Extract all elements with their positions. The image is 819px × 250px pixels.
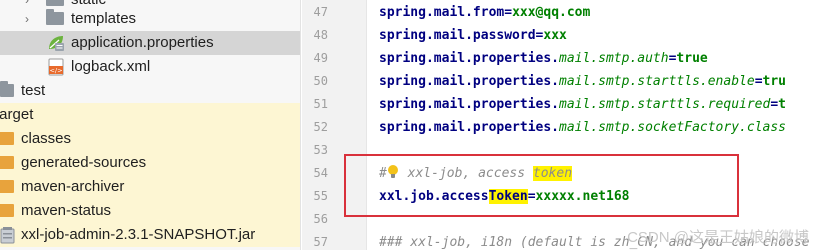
- property-subkey: mail.smtp.auth: [559, 51, 669, 66]
- tree-item-templates[interactable]: › templates: [0, 7, 300, 31]
- line-number: 49: [313, 51, 328, 65]
- property-value: t: [778, 97, 786, 112]
- tree-item-label: target: [0, 106, 34, 123]
- property-subkey: mail.smtp.socketFactory.class: [559, 120, 786, 135]
- property-value: true: [676, 51, 708, 66]
- tree-item-maven-archiver[interactable]: maven-archiver: [0, 175, 300, 199]
- equals-sign: =: [754, 74, 763, 89]
- property-key: spring.mail.from: [379, 5, 505, 20]
- code-line-52[interactable]: spring.mail.properties.mail.smtp.socketF…: [379, 116, 786, 139]
- folder-icon: [0, 81, 14, 97]
- folder-icon: [46, 9, 64, 25]
- code-line-50[interactable]: spring.mail.properties.mail.smtp.starttl…: [379, 70, 786, 93]
- tree-item-maven-status[interactable]: maven-status: [0, 199, 300, 223]
- line-number: 48: [313, 28, 328, 42]
- property-value: tru: [762, 74, 786, 89]
- property-subkey: mail.smtp.starttls.required: [559, 97, 771, 112]
- tree-item-application-properties[interactable]: application.properties: [0, 31, 300, 55]
- jar-file-icon: [0, 226, 16, 244]
- tree-item-label: classes: [21, 130, 72, 147]
- tree-item-target[interactable]: target: [0, 103, 300, 127]
- line-number: 57: [313, 235, 328, 249]
- tree-item-label: application.properties: [71, 34, 214, 51]
- tree-item-label: maven-archiver: [21, 178, 125, 195]
- tree-item-classes[interactable]: classes: [0, 127, 300, 151]
- tree-item-test[interactable]: test: [0, 79, 300, 103]
- line-number: 51: [313, 97, 328, 111]
- code-line-49[interactable]: spring.mail.properties.mail.smtp.auth=tr…: [379, 47, 708, 70]
- line-number: 53: [313, 143, 328, 157]
- tree-item-label: logback.xml: [71, 58, 151, 75]
- tree-item-jar[interactable]: xxl-job-admin-2.3.1-SNAPSHOT.jar: [0, 223, 300, 247]
- equals-sign: =: [504, 5, 513, 20]
- tree-item-label: generated-sources: [21, 154, 147, 171]
- tree-item-generated-sources[interactable]: generated-sources: [0, 151, 300, 175]
- tree-item-label: xxl-job-admin-2.3.1-SNAPSHOT.jar: [21, 226, 256, 243]
- annotation-box: [344, 154, 739, 217]
- tree-item-logback-xml[interactable]: </> logback.xml: [0, 55, 300, 79]
- svg-text:</>: </>: [49, 67, 62, 75]
- code-line-47[interactable]: spring.mail.from=xxx@qq.com: [379, 1, 590, 24]
- project-tree: › static › templates application.propert…: [0, 0, 301, 250]
- line-number: 47: [313, 5, 328, 19]
- code-line-48[interactable]: spring.mail.password=xxx: [379, 24, 567, 47]
- folder-icon: [0, 156, 14, 169]
- property-value: xxx@qq.com: [512, 5, 591, 20]
- line-number: 54: [313, 166, 328, 180]
- folder-icon: [46, 0, 64, 6]
- code-line-51[interactable]: spring.mail.properties.mail.smtp.starttl…: [379, 93, 786, 116]
- spring-leaf-icon: [46, 34, 66, 52]
- tree-item-label: maven-status: [21, 202, 112, 219]
- equals-sign: =: [770, 97, 779, 112]
- folder-icon: [0, 204, 14, 217]
- property-key: spring.mail.properties.: [379, 74, 560, 89]
- property-key: spring.mail.properties.: [379, 51, 560, 66]
- line-number: 50: [313, 74, 328, 88]
- watermark: CSDN @这是王姑娘的微博: [627, 229, 809, 246]
- folder-icon: [0, 132, 14, 145]
- property-key: spring.mail.properties.: [379, 97, 560, 112]
- chevron-right-icon[interactable]: ›: [20, 11, 34, 27]
- line-number: 56: [313, 212, 328, 226]
- property-value: xxx: [543, 28, 567, 43]
- line-number: 55: [313, 189, 328, 203]
- property-subkey: mail.smtp.starttls.enable: [559, 74, 755, 89]
- property-key: spring.mail.password: [379, 28, 536, 43]
- xml-file-icon: </>: [47, 58, 65, 76]
- tree-item-label: templates: [71, 10, 137, 27]
- line-number: 52: [313, 120, 328, 134]
- property-key: spring.mail.properties.: [379, 120, 560, 135]
- tree-item-label: test: [21, 82, 46, 99]
- folder-icon: [0, 180, 14, 193]
